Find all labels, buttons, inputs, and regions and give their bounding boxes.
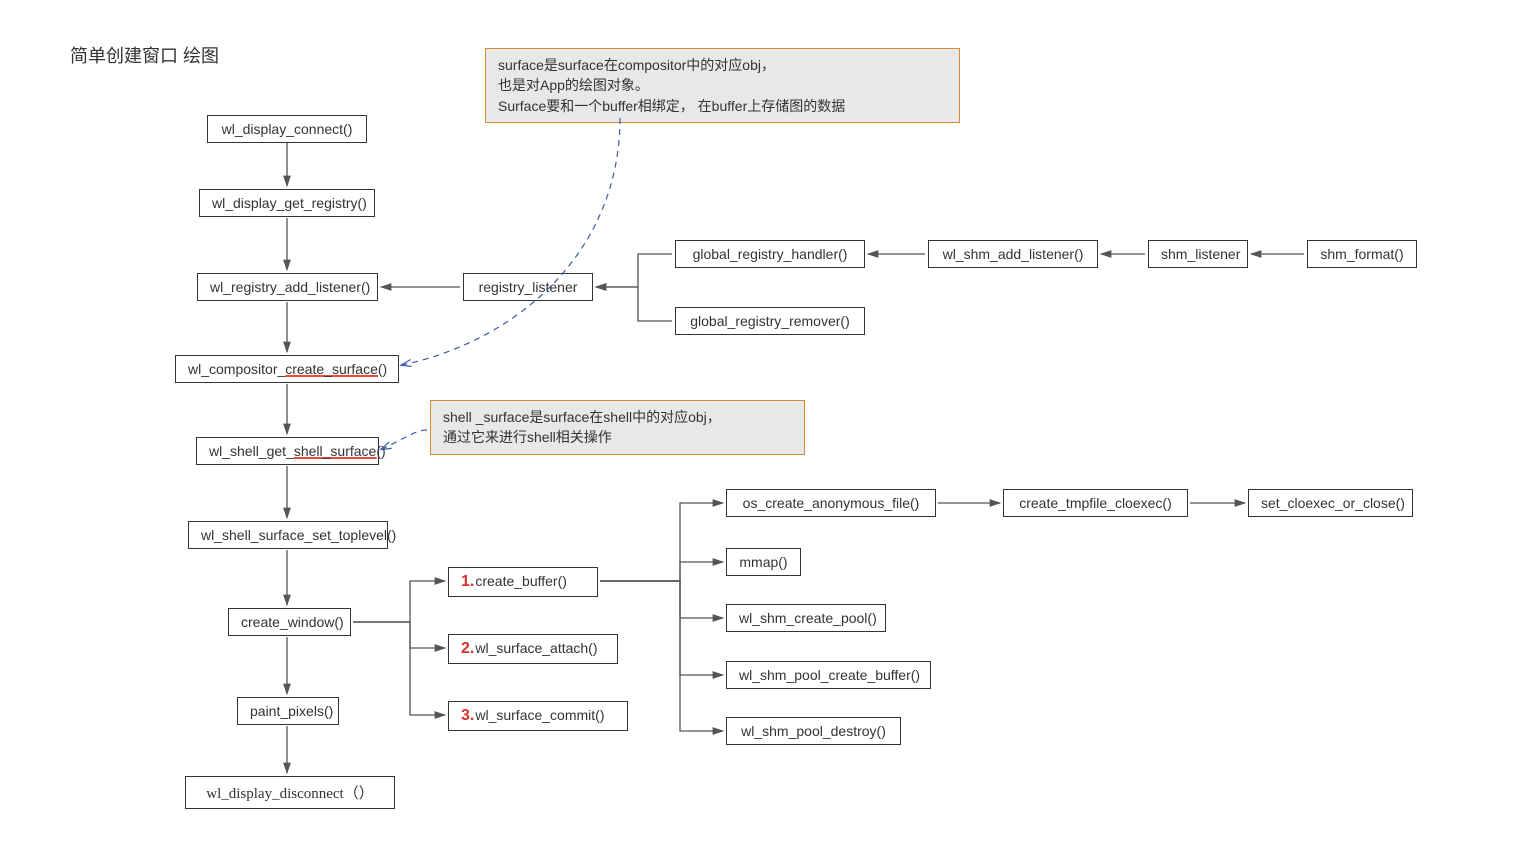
node-shm-format: shm_format(): [1307, 240, 1417, 268]
node-set-cloexec: set_cloexec_or_close(): [1248, 489, 1413, 517]
diagram-title: 简单创建窗口 绘图: [70, 42, 219, 68]
node-mmap: mmap(): [726, 548, 801, 576]
node-shm-pool-destroy: wl_shm_pool_destroy(): [726, 717, 901, 745]
node-os-create-anon: os_create_anonymous_file(): [726, 489, 936, 517]
node-global-handler: global_registry_handler(): [675, 240, 865, 268]
node-disconnect: wl_display_disconnect（）: [185, 776, 395, 809]
node-shm-listener: shm_listener: [1148, 240, 1248, 268]
t4: shell_surface(): [294, 443, 386, 459]
num-2: 2.: [461, 640, 474, 657]
node-surface-attach: 2.wl_surface_attach(): [448, 634, 618, 664]
node-set-toplevel: wl_shell_surface_set_toplevel(): [188, 521, 388, 549]
node-registry-listener: registry_listener: [463, 273, 593, 301]
node-create-buffer: 1.create_buffer(): [448, 567, 598, 597]
node-paint-pixels: paint_pixels(): [237, 697, 339, 725]
node-shm-pool-create-buf: wl_shm_pool_create_buffer(): [726, 661, 931, 689]
num-1: 1.: [461, 573, 474, 590]
node-shell-get-surface: wl_shell_get_shell_surface(): [196, 437, 379, 465]
note-shell: shell _surface是surface在shell中的对应obj， 通过它…: [430, 400, 805, 455]
num-3: 3.: [461, 707, 474, 724]
note-surface: surface是surface在compositor中的对应obj， 也是对Ap…: [485, 48, 960, 123]
lbl-surface-attach: wl_surface_attach(): [475, 640, 597, 656]
t1: wl_compositor_: [188, 361, 285, 377]
node-shm-add-listener: wl_shm_add_listener(): [928, 240, 1098, 268]
note-surface-text: surface是surface在compositor中的对应obj， 也是对Ap…: [498, 57, 845, 114]
node-create-tmpfile: create_tmpfile_cloexec(): [1003, 489, 1188, 517]
lbl-create-buffer: create_buffer(): [475, 573, 567, 589]
node-add-listener: wl_registry_add_listener(): [197, 273, 378, 301]
node-shm-create-pool: wl_shm_create_pool(): [726, 604, 886, 632]
t2: create_surface(): [285, 361, 387, 377]
t3: wl_shell_get_: [209, 443, 294, 459]
node-create-window: create_window(): [228, 608, 351, 636]
note-shell-text: shell _surface是surface在shell中的对应obj， 通过它…: [443, 409, 721, 445]
lbl-surface-commit: wl_surface_commit(): [475, 707, 604, 723]
node-surface-commit: 3.wl_surface_commit(): [448, 701, 628, 731]
node-get-registry: wl_display_get_registry(): [199, 189, 375, 217]
node-connect: wl_display_connect(): [207, 115, 367, 143]
node-global-remover: global_registry_remover(): [675, 307, 865, 335]
node-comp-create-surface: wl_compositor_create_surface(): [175, 355, 399, 383]
